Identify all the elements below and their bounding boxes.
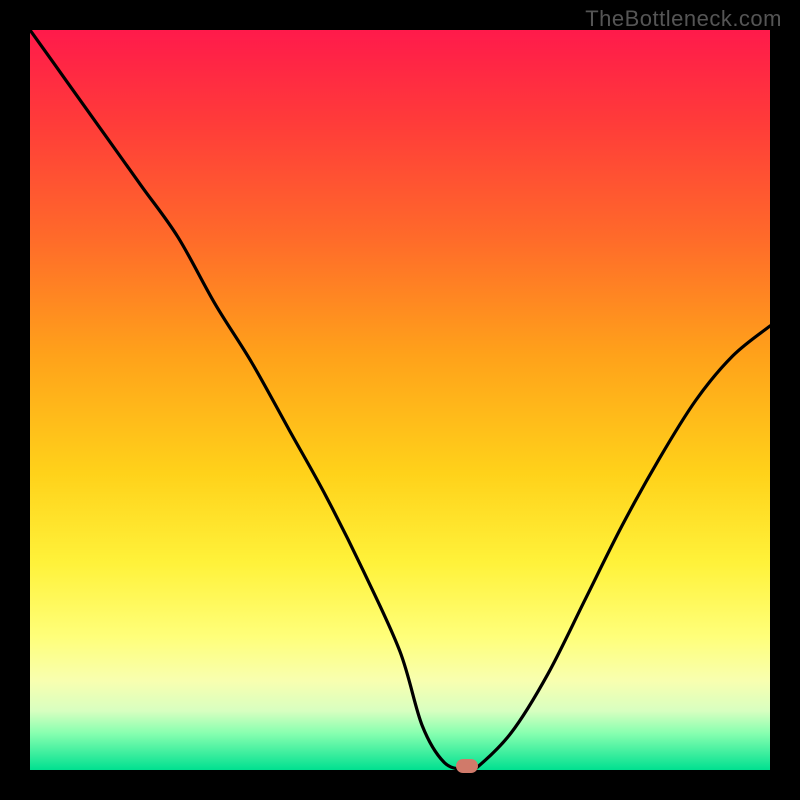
watermark-text: TheBottleneck.com <box>585 6 782 32</box>
plot-area <box>30 30 770 770</box>
bottleneck-curve <box>30 30 770 770</box>
curve-svg <box>30 30 770 770</box>
optimal-marker <box>456 759 478 773</box>
chart-container: TheBottleneck.com <box>0 0 800 800</box>
